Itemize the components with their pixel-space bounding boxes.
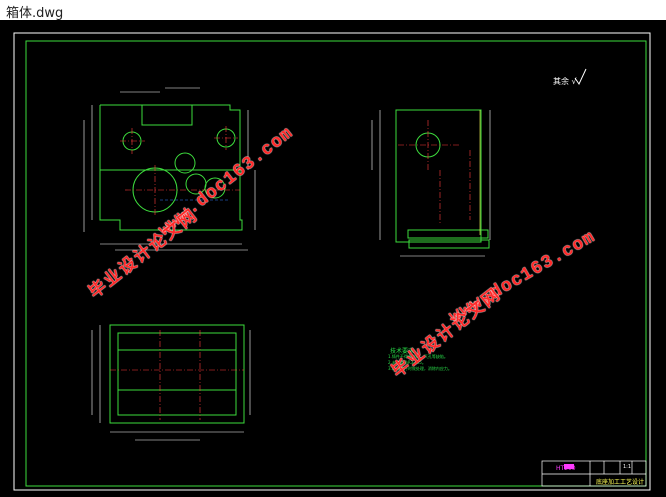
side-view-centerlines: [398, 120, 471, 225]
plan-view-centerlines: [110, 330, 244, 420]
roughness-mark: 其余 √: [553, 77, 577, 86]
title-block-scale: 1:1: [623, 464, 632, 470]
window-title: 箱体.dwg: [6, 6, 64, 21]
side-view: [395, 109, 490, 249]
title-block-material: HT200: [556, 465, 576, 472]
cad-drawing-canvas[interactable]: 其余 √ 技术要求 1.铸件不得有砂眼、气孔等缺陷。 2.未注圆角R3~R5。 …: [0, 20, 666, 497]
window-titlebar: 箱体.dwg: [0, 0, 666, 21]
plan-view: [109, 324, 245, 424]
title-block-part-name: 底座加工工艺设计: [596, 479, 645, 486]
side-view-dimensions: [371, 110, 491, 257]
